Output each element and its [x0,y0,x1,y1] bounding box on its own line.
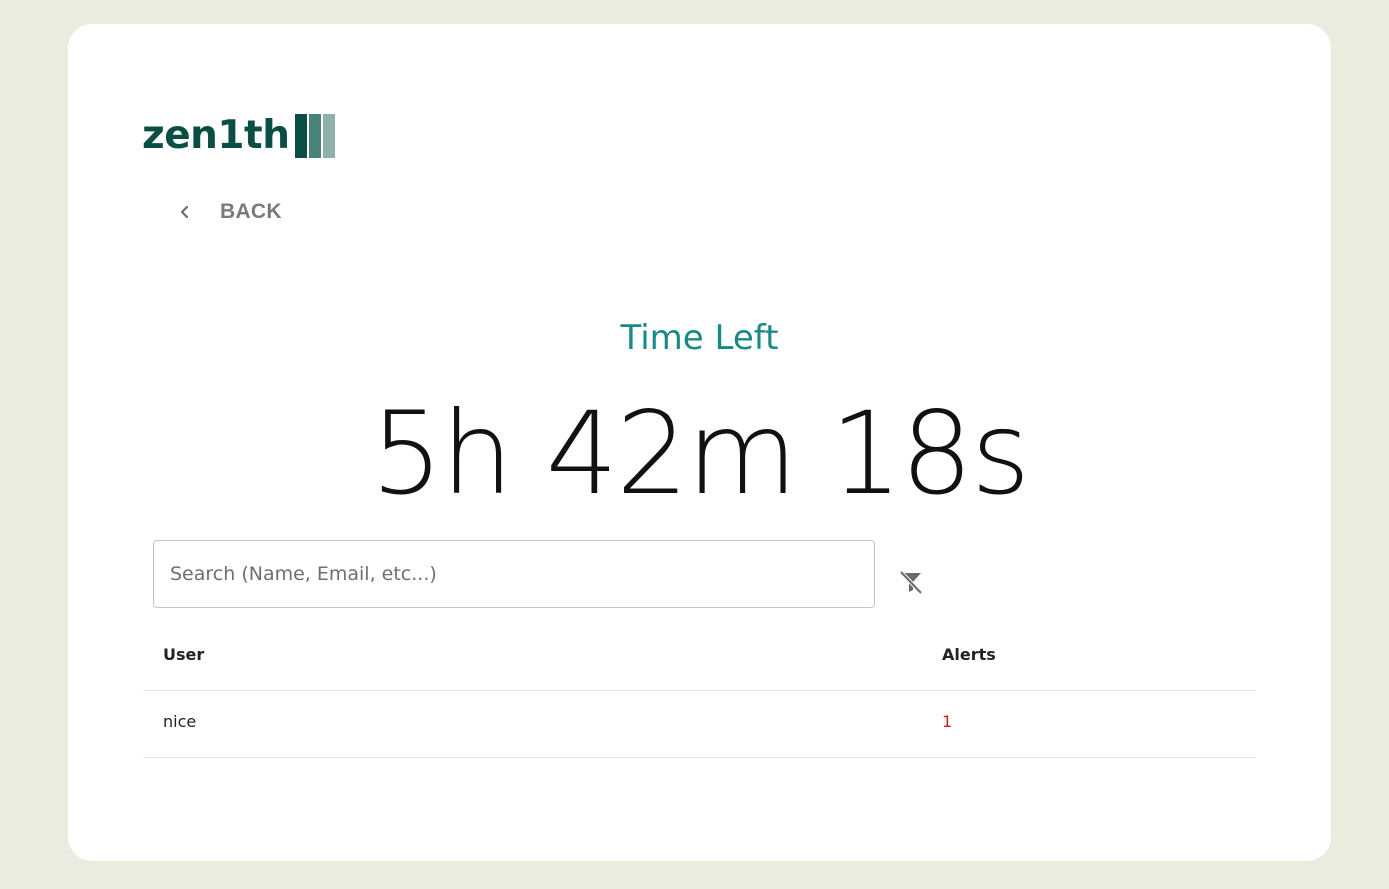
main-card: zen1th BACK Time Left 5h 42m 18s User [68,24,1331,861]
cell-alerts: 1 [942,712,953,731]
logo-wordmark: zen1th [142,113,290,158]
table-header: User Alerts [143,624,1256,691]
back-button[interactable]: BACK [174,200,282,224]
cell-user: nice [163,712,197,731]
table-row[interactable]: nice 1 [143,691,1256,758]
column-header-alerts: Alerts [942,645,996,664]
filter-off-icon [898,569,924,600]
logo-bars-icon [295,114,337,158]
brand-logo: zen1th [142,112,337,160]
column-header-user: User [163,645,205,664]
chevron-left-icon [174,201,196,223]
time-left-label: Time Left [620,318,779,358]
users-table: User Alerts nice 1 [143,624,1256,758]
countdown-value: 5h 42m 18s [370,387,1031,520]
search-input[interactable] [153,540,875,608]
back-label: BACK [220,200,282,223]
clear-filter-button[interactable] [896,569,926,599]
